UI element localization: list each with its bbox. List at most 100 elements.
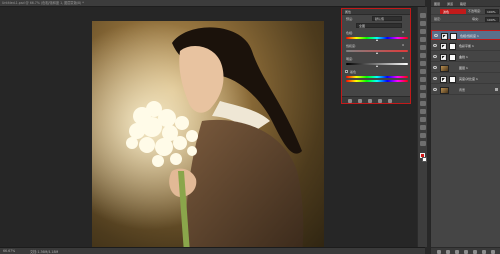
lightness-value[interactable]: 0 <box>402 56 404 60</box>
blend-mode-value: 滤色 <box>443 9 450 14</box>
link-layers-icon[interactable] <box>437 249 441 254</box>
hue-slider-thumb[interactable] <box>376 39 378 41</box>
blend-mode-row: 滤色 不透明度: 100% <box>431 7 500 15</box>
add-mask-icon[interactable] <box>455 249 459 254</box>
zoom-tool-icon[interactable] <box>420 141 426 146</box>
eye-icon[interactable] <box>433 55 437 58</box>
new-adjustment-icon[interactable] <box>464 249 468 254</box>
fill-label: 填充: <box>472 17 480 21</box>
lightness-label: 明度: <box>346 56 354 61</box>
status-bar: 66.67% 文档:1.36M/4.18M <box>0 247 425 254</box>
eye-icon[interactable] <box>433 66 437 69</box>
quick-select-tool-icon[interactable] <box>420 37 426 42</box>
layer-name: 图层 1 <box>459 66 468 70</box>
layer-name: 曲线 1 <box>459 55 468 59</box>
layer-row[interactable]: 图层 1 <box>431 63 500 73</box>
properties-footer <box>342 96 410 103</box>
layer-row[interactable]: 曲线 1 <box>431 52 500 62</box>
eye-icon[interactable] <box>433 44 437 47</box>
layer-name: 背景 <box>459 88 466 92</box>
brush-tool-icon[interactable] <box>420 69 426 74</box>
hue-label: 色相: <box>346 30 354 35</box>
adjustment-layer-icon <box>441 32 448 40</box>
pen-tool-icon[interactable] <box>420 125 426 130</box>
layer-name: 色彩平衡 1 <box>459 44 474 48</box>
color-range-bottom-bar[interactable] <box>346 80 408 82</box>
document-tab-bar: Untitled-1.psd @ 66.7% (色相/饱和度 1, 图层蒙版/8… <box>0 0 425 7</box>
visibility-icon[interactable] <box>378 98 382 103</box>
hue-value[interactable]: 0 <box>402 30 404 34</box>
preset-select[interactable]: 默认值 <box>372 16 402 21</box>
crop-tool-icon[interactable] <box>420 45 426 50</box>
delete-icon[interactable] <box>388 98 392 103</box>
healing-tool-icon[interactable] <box>420 61 426 66</box>
new-layer-icon[interactable] <box>482 249 486 254</box>
colorize-checkbox[interactable] <box>345 70 348 73</box>
adjustment-layer-icon <box>440 42 447 50</box>
lightness-row: 明度: 0 <box>342 55 410 62</box>
lasso-tool-icon[interactable] <box>420 29 426 34</box>
layer-style-icon[interactable] <box>446 249 450 254</box>
properties-title: 属性 <box>345 10 352 14</box>
layer-row[interactable]: 亮度/对比度 1 <box>431 74 500 84</box>
document-info: 文档:1.36M/4.18M <box>30 250 59 254</box>
document-tab[interactable]: Untitled-1.psd @ 66.7% (色相/饱和度 1, 图层蒙版/8… <box>2 1 84 6</box>
eye-icon[interactable] <box>433 77 437 80</box>
eraser-tool-icon[interactable] <box>420 93 426 98</box>
lock-fill-row: 锁定: 填充: 100% <box>431 15 500 23</box>
fill-field[interactable]: 100% <box>485 16 499 22</box>
opacity-field[interactable]: 100% <box>485 8 499 14</box>
history-brush-tool-icon[interactable] <box>420 85 426 90</box>
dodge-tool-icon[interactable] <box>420 117 426 122</box>
new-group-icon[interactable] <box>473 249 477 254</box>
colorize-row: 着色 <box>342 68 410 75</box>
color-range-row <box>342 75 410 84</box>
clone-tool-icon[interactable] <box>420 77 426 82</box>
tab-layers[interactable]: 图层 <box>434 2 440 6</box>
layer-mask-icon[interactable] <box>449 42 456 50</box>
eye-icon[interactable] <box>433 88 437 91</box>
layers-panel-tabs: 图层 通道 路径 <box>431 0 500 7</box>
eye-icon[interactable] <box>434 34 438 37</box>
eyedropper-tool-icon[interactable] <box>420 53 426 58</box>
marquee-tool-icon[interactable] <box>420 21 426 26</box>
blur-tool-icon[interactable] <box>420 109 426 114</box>
tab-paths[interactable]: 路径 <box>460 2 466 6</box>
layers-footer <box>431 247 500 254</box>
layer-name: 亮度/对比度 1 <box>459 77 478 81</box>
background-color-swatch[interactable] <box>422 157 427 162</box>
tab-channels[interactable]: 通道 <box>447 2 453 6</box>
gradient-tool-icon[interactable] <box>420 101 426 106</box>
trash-icon[interactable] <box>491 249 495 254</box>
channel-select[interactable]: 全图 <box>356 23 402 28</box>
layer-thumbnail <box>440 86 449 94</box>
layer-mask-icon[interactable] <box>450 32 457 40</box>
document-canvas[interactable] <box>92 21 324 253</box>
type-tool-icon[interactable] <box>420 133 426 138</box>
lightness-slider-thumb[interactable] <box>376 65 378 67</box>
color-range-top-bar <box>346 76 408 78</box>
blend-mode-select[interactable]: 滤色 <box>440 8 466 14</box>
zoom-level[interactable]: 66.67% <box>3 249 15 253</box>
channel-row: 全图 <box>342 22 410 29</box>
lock-icon <box>495 88 498 91</box>
lock-label: 锁定: <box>434 17 442 21</box>
tools-strip <box>417 7 427 247</box>
preset-label: 预设: <box>346 16 354 21</box>
saturation-value[interactable]: 0 <box>402 43 404 47</box>
layer-thumbnail <box>440 64 449 72</box>
move-tool-icon[interactable] <box>420 13 426 18</box>
colorize-label: 着色 <box>350 69 357 74</box>
saturation-label: 饱和度: <box>346 43 357 48</box>
clip-to-layer-icon[interactable] <box>348 98 352 103</box>
layer-row[interactable]: 色彩平衡 1 <box>431 41 500 51</box>
layer-mask-icon[interactable] <box>449 75 456 83</box>
layer-mask-icon[interactable] <box>449 53 456 61</box>
layer-row[interactable]: 背景 <box>431 85 500 95</box>
reset-icon[interactable] <box>368 98 372 103</box>
view-previous-icon[interactable] <box>358 98 362 103</box>
adjustment-layer-icon <box>440 75 447 83</box>
layer-name: 色相/饱和度 1 <box>460 34 479 38</box>
saturation-slider-thumb[interactable] <box>376 52 378 54</box>
layer-row[interactable]: 色相/饱和度 1 <box>431 30 500 40</box>
